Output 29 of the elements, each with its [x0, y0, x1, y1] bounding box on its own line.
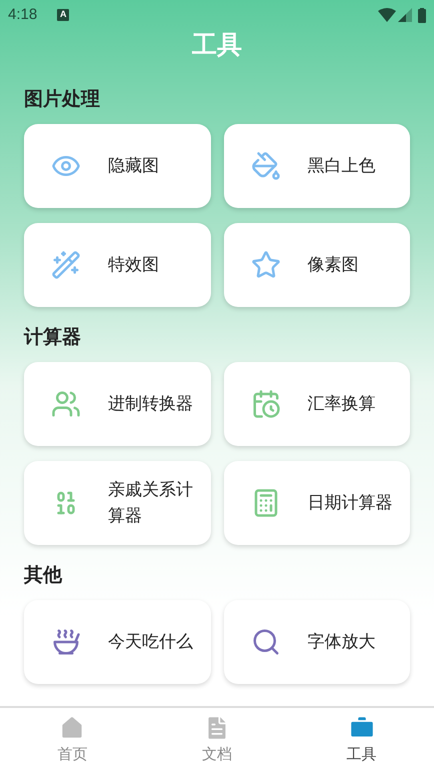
tool-card[interactable]: 字体放大	[224, 600, 410, 684]
notification-icon: A	[57, 9, 70, 21]
nav-tab[interactable]: 工具	[289, 708, 434, 773]
page-title: 工具	[192, 30, 242, 60]
bowl-icon	[51, 627, 81, 657]
tool-card[interactable]: 进制转换器	[24, 362, 210, 446]
tool-card[interactable]: 日期计算器	[224, 461, 410, 545]
status-time: 4:18	[8, 4, 38, 25]
magic-wand-icon	[51, 250, 81, 280]
paint-bucket-icon	[250, 151, 280, 181]
wifi-icon	[378, 8, 396, 22]
tool-card[interactable]: 像素图	[224, 223, 410, 307]
tool-card[interactable]: 黑白上色	[224, 124, 410, 208]
star-icon	[250, 250, 280, 280]
signal-icon	[398, 8, 412, 22]
nav-tab[interactable]: 首页	[0, 708, 145, 773]
tool-card[interactable]: 隐藏图	[24, 124, 210, 208]
people-icon	[51, 389, 81, 419]
search-icon	[250, 627, 280, 657]
calendar-clock-icon	[250, 389, 280, 419]
tool-card[interactable]: 特效图	[24, 223, 210, 307]
tool-card[interactable]: 今天吃什么	[24, 600, 210, 684]
tool-card[interactable]: 汇率换算	[224, 362, 410, 446]
tool-card[interactable]: 亲戚关系计算器	[24, 461, 210, 545]
battery-icon	[418, 8, 426, 22]
section-heading: 图片处理	[24, 88, 101, 112]
nav-tab[interactable]: 文档	[144, 708, 290, 773]
section-heading: 其他	[24, 564, 64, 588]
section-heading: 计算器	[24, 326, 82, 350]
